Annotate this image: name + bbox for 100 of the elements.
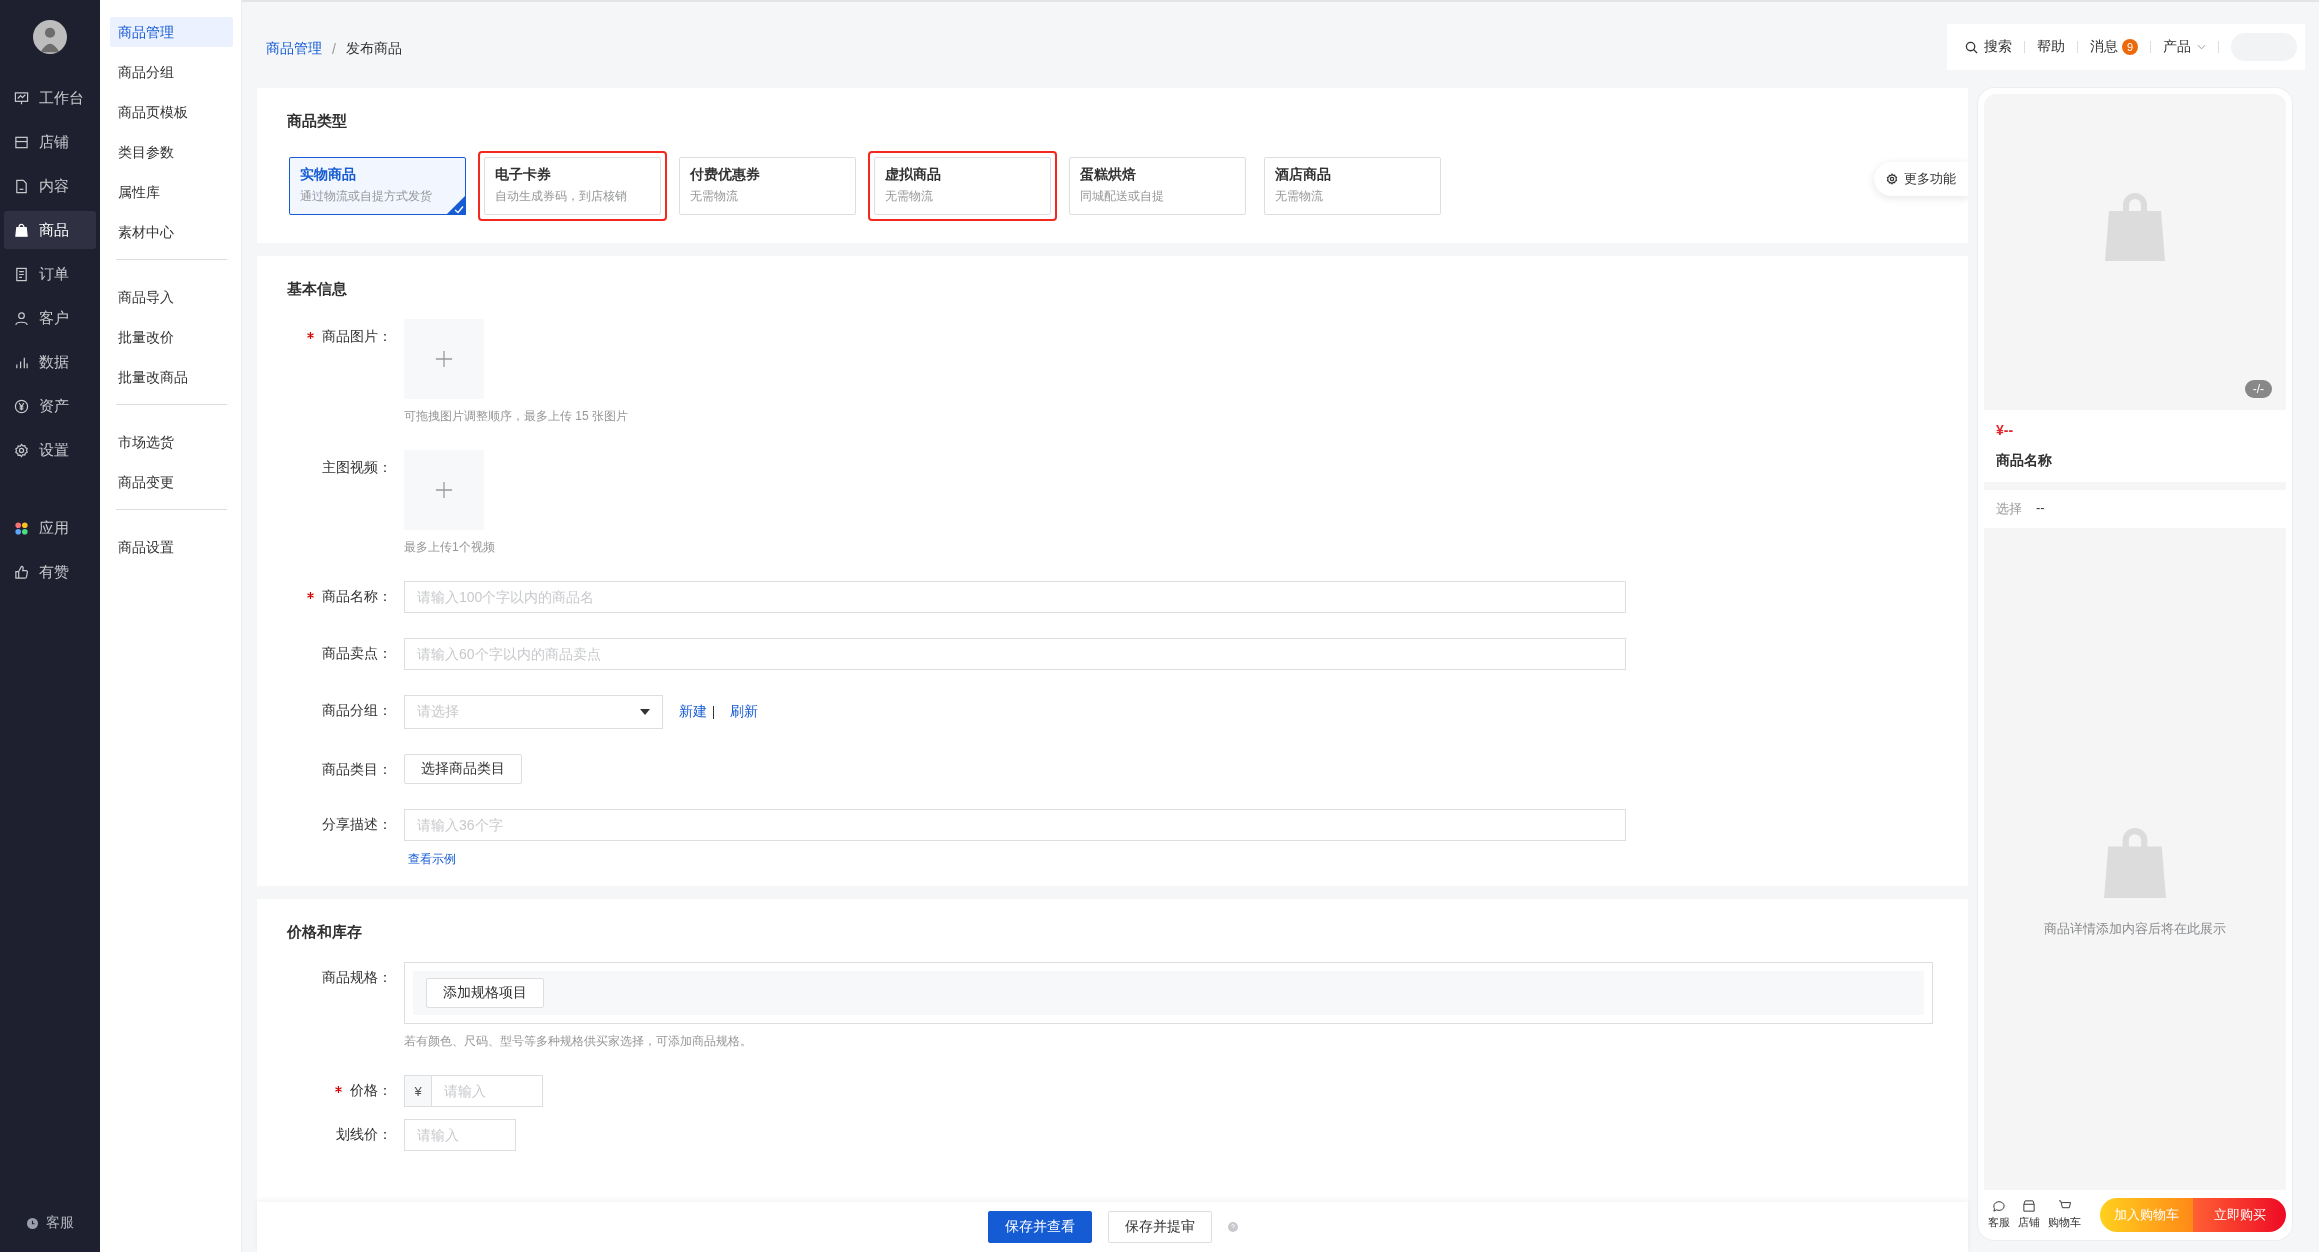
field-label: 商品分组：: [322, 702, 392, 720]
action-link[interactable]: 新建: [679, 703, 707, 721]
required-icon: [307, 332, 314, 339]
product-name: 商品名称: [1996, 452, 2053, 470]
field-label: 商品卖点：: [322, 645, 392, 663]
footer-shortcut[interactable]: 购物车: [2048, 1200, 2081, 1230]
sidebar-item[interactable]: 数据: [4, 343, 96, 381]
option-description: 同城配送或自提: [1080, 188, 1165, 205]
product-type-option[interactable]: 实物商品 通过物流或自提方式发货: [289, 157, 466, 215]
image-counter: -/-: [2244, 380, 2272, 398]
sidebar-item[interactable]: 设置: [4, 431, 96, 469]
yen-icon: [14, 398, 29, 414]
sidebar-item[interactable]: 商品: [4, 211, 96, 249]
option-description: 无需物流: [885, 188, 934, 205]
required-icon: [335, 1086, 342, 1093]
subnav-item[interactable]: 属性库: [110, 177, 233, 207]
search-link[interactable]: 搜索: [1965, 38, 2012, 56]
list-icon: [14, 266, 29, 282]
required-icon: [307, 592, 314, 599]
currency-prefix: ¥: [404, 1075, 431, 1107]
sidebar-item[interactable]: 店铺: [4, 123, 96, 161]
upload-box[interactable]: [404, 319, 484, 399]
plus-icon: [435, 481, 453, 499]
help-link[interactable]: 帮助: [2037, 38, 2065, 56]
plus-icon: [435, 350, 453, 368]
product-type-option[interactable]: 蛋糕烘焙 同城配送或自提: [1069, 157, 1246, 215]
option-title: 实物商品: [300, 166, 357, 184]
subnav-item[interactable]: 商品分组: [110, 57, 233, 87]
subnav-item[interactable]: 商品设置: [110, 532, 233, 562]
shopping-bag-icon: [2103, 191, 2167, 263]
subnav-item[interactable]: 商品变更: [110, 467, 233, 497]
option-title: 电子卡券: [495, 166, 552, 184]
subnav-item[interactable]: 批量改商品: [110, 362, 233, 392]
option-description: 通过物流或自提方式发货: [300, 188, 433, 205]
subnav-item[interactable]: 商品导入: [110, 282, 233, 312]
cart-icon: [2057, 1200, 2072, 1212]
subnav-item[interactable]: 商品管理: [110, 17, 233, 47]
section-title: 基本信息: [287, 280, 348, 299]
upload-box[interactable]: [404, 450, 484, 530]
buy-now-button[interactable]: 立即购买: [2193, 1198, 2286, 1232]
save-button[interactable]: 保存并查看: [987, 1211, 1092, 1243]
bag-icon: [14, 222, 29, 238]
product-type-option[interactable]: 虚拟商品 无需物流: [874, 157, 1051, 215]
subnav-item[interactable]: 商品页模板: [110, 97, 233, 127]
chat-icon: [1992, 1200, 2006, 1212]
footer-shortcut[interactable]: 客服: [1988, 1200, 2010, 1230]
search-icon: [1965, 40, 1978, 54]
help-icon: [1227, 1222, 1238, 1232]
breadcrumb-link[interactable]: 商品管理: [266, 40, 322, 58]
app-grid-icon: [14, 520, 29, 536]
save-button[interactable]: 保存并提审: [1107, 1211, 1212, 1243]
selected-check-icon: [446, 195, 466, 215]
chevron-down-icon: [2197, 44, 2206, 50]
shop-icon: [14, 134, 29, 150]
messages-link[interactable]: 消息: [2090, 38, 2118, 56]
footer-shortcut[interactable]: 店铺: [2018, 1200, 2040, 1230]
sidebar-item[interactable]: 内容: [4, 167, 96, 205]
action-link[interactable]: 刷新: [730, 703, 758, 721]
sidebar-item[interactable]: 资产: [4, 387, 96, 425]
message-count-badge: 9: [2122, 39, 2138, 55]
product-menu[interactable]: 产品: [2163, 38, 2206, 56]
field-label: 商品规格：: [322, 969, 392, 987]
hint-text: 可拖拽图片调整顺序，最多上传 15 张图片: [404, 408, 628, 425]
subnav-item[interactable]: 素材中心: [110, 217, 233, 247]
field-label: 分享描述：: [322, 816, 392, 834]
section-title: 价格和库存: [287, 923, 363, 942]
option-label: 选择: [1996, 500, 2022, 518]
hint-text: 最多上传1个视频: [404, 539, 495, 556]
subnav-item[interactable]: 市场选货: [110, 427, 233, 457]
select-category-button[interactable]: 选择商品类目: [404, 754, 522, 784]
board-icon: [14, 90, 29, 106]
subnav-item[interactable]: 类目参数: [110, 137, 233, 167]
field-label: 商品名称：: [322, 588, 392, 606]
field-label: 价格：: [350, 1082, 392, 1100]
product-type-option[interactable]: 酒店商品 无需物流: [1264, 157, 1441, 215]
sidebar-item[interactable]: 应用: [4, 509, 96, 547]
subnav-item[interactable]: 批量改价: [110, 322, 233, 352]
option-title: 虚拟商品: [885, 166, 942, 184]
customer-service-link[interactable]: 客服: [0, 1214, 100, 1232]
more-features-button[interactable]: 更多功能: [1874, 162, 1968, 196]
option-description: 无需物流: [690, 188, 739, 205]
sidebar-item[interactable]: 客户: [4, 299, 96, 337]
option-description: 自动生成券码，到店核销: [495, 188, 628, 205]
price-text: ¥--: [1996, 422, 2015, 438]
example-link[interactable]: 查看示例: [404, 851, 456, 868]
avatar[interactable]: [33, 20, 67, 54]
product-type-option[interactable]: 电子卡券 自动生成券码，到店核销: [484, 157, 661, 215]
product-type-option[interactable]: 付费优惠券 无需物流: [679, 157, 856, 215]
sidebar-item[interactable]: 工作台: [4, 79, 96, 117]
detail-hint: 商品详情添加内容后将在此展示: [2044, 920, 2226, 938]
option-value: --: [2036, 500, 2045, 517]
add-spec-button[interactable]: 添加规格项目: [426, 978, 544, 1008]
hint-text: 若有颜色、尺码、型号等多种规格供买家选择，可添加商品规格。: [404, 1033, 752, 1050]
field-label: 商品图片：: [322, 328, 392, 346]
sidebar-item[interactable]: 订单: [4, 255, 96, 293]
option-title: 酒店商品: [1275, 166, 1332, 184]
settings-icon: [14, 442, 29, 458]
sidebar-item[interactable]: 有赞: [4, 553, 96, 591]
breadcrumb-current: 发布商品: [345, 40, 402, 58]
thumbs-up-icon: [14, 564, 29, 580]
